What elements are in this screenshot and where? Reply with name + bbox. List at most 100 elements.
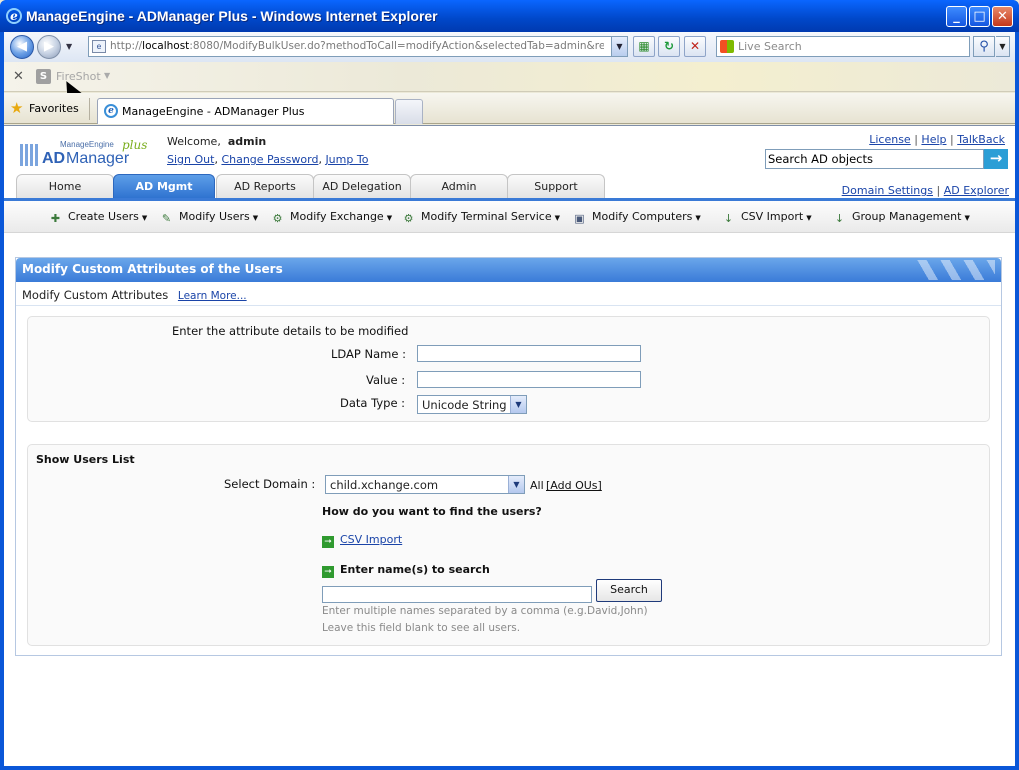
stop-icon[interactable]: ✕ [684,36,706,57]
minimize-button[interactable]: _ [946,6,967,27]
names-hint: Enter multiple names separated by a comm… [322,605,648,617]
history-dropdown-icon[interactable]: ▼ [66,42,72,51]
menu-label: CSV Import [741,210,804,223]
address-dropdown-icon[interactable]: ▼ [611,37,627,56]
fireshot-dropdown-icon[interactable]: ▼ [104,71,110,80]
search-options-dropdown-icon[interactable]: ▼ [996,36,1010,57]
favorites-separator [89,98,90,120]
chevron-down-icon: ▼ [554,214,560,222]
tab-title: ManageEngine - ADManager Plus [122,105,305,118]
modify-users-icon: ✎ [161,212,172,225]
nav-links: Domain Settings | AD Explorer [842,184,1009,197]
live-search-box[interactable]: Live Search [716,36,970,57]
menu-modify-computers[interactable]: ▣ Modify Computers ▼ [571,210,701,226]
csv-import-option[interactable]: ➞ CSV Import [322,533,402,548]
talkback-link[interactable]: TalkBack [957,133,1005,146]
tab-ad-mgmt[interactable]: AD Mgmt [113,174,215,198]
new-tab-button[interactable] [395,99,423,124]
domain-select[interactable]: child.xchange.com ▼ [325,475,525,494]
url-host: localhost [142,40,190,52]
menu-label: Modify Terminal Service [421,210,552,223]
value-input[interactable] [417,371,641,388]
menu-label: Create Users [68,210,139,223]
fireshot-icon[interactable]: S [36,69,51,84]
maximize-button[interactable]: □ [969,6,990,27]
license-link[interactable]: License [869,133,910,146]
chevron-down-icon[interactable]: ▼ [510,396,526,413]
search-ad-objects-input[interactable]: Search AD objects [765,149,984,169]
ad-explorer-link[interactable]: AD Explorer [944,184,1009,197]
menu-label: Group Management [852,210,962,223]
tab-admin[interactable]: Admin [410,174,508,198]
chevron-down-icon[interactable]: ▼ [508,476,524,493]
search-icon[interactable]: ⚲ [973,36,995,57]
welcome-text: Welcome, admin [167,135,266,148]
ldap-name-input[interactable] [417,345,641,362]
computer-icon: ▣ [574,212,585,225]
chevron-down-icon: ▼ [695,214,701,222]
tab-ad-reports[interactable]: AD Reports [216,174,314,198]
change-password-link[interactable]: Change Password [221,153,318,166]
users-list-box: Show Users List Select Domain : child.xc… [27,444,990,646]
names-search-input[interactable] [322,586,592,603]
ldap-name-label: LDAP Name : [331,347,406,361]
jump-to-link[interactable]: Jump To [325,153,368,166]
back-button[interactable]: ◀ [10,35,34,59]
csv-import-link[interactable]: CSV Import [340,533,402,546]
address-bar[interactable]: e http://localhost:8080/ModifyBulkUser.d… [88,36,628,57]
group-management-icon: ↓ [834,212,845,225]
menu-modify-users[interactable]: ✎ Modify Users ▼ [158,210,258,226]
enter-names-label: Enter name(s) to search [340,563,490,576]
data-type-label: Data Type : [340,396,406,410]
browser-tab-admanager[interactable]: e ManageEngine - ADManager Plus [97,98,394,124]
refresh-icon[interactable]: ↻ [658,36,680,57]
url-path: :8080/ModifyBulkUser.do?methodToCall=mod… [189,40,604,52]
data-type-value: Unicode String [422,398,507,412]
favorites-button[interactable]: Favorites [29,102,79,115]
close-button[interactable]: ✕ [992,6,1013,27]
url-text[interactable]: http://localhost:8080/ModifyBulkUser.do?… [110,40,604,52]
menu-create-users[interactable]: ✚ Create Users ▼ [47,210,147,226]
help-link[interactable]: Help [921,133,946,146]
arrow-right-icon: ➞ [322,536,334,548]
menu-group-management[interactable]: ↓ Group Management ▼ [831,210,970,226]
menu-label: Modify Exchange [290,210,384,223]
panel-header: Modify Custom Attributes of the Users [16,258,1001,282]
window-border-right [1015,32,1019,770]
compatibility-view-icon[interactable]: ▦ [633,36,655,57]
tab-support[interactable]: Support [507,174,605,198]
data-type-select[interactable]: Unicode String ▼ [417,395,527,414]
domain-value: child.xchange.com [330,478,439,492]
close-toolbar-icon[interactable]: ✕ [13,69,24,84]
menu-modify-terminal-service[interactable]: ⚙ Modify Terminal Service ▼ [400,210,560,226]
sub-navigation: ✚ Create Users ▼ ✎ Modify Users ▼ ⚙ Modify Ex… [4,201,1015,233]
logo-grid-icon [20,144,40,166]
extension-toolbar: ✕ S FireShot ▼ [4,62,1015,92]
link-separator: | [936,184,941,197]
enter-names-option: ➞ Enter name(s) to search [322,563,490,578]
terminal-service-icon: ⚙ [403,212,414,225]
tab-ad-delegation[interactable]: AD Delegation [313,174,411,198]
domain-settings-link[interactable]: Domain Settings [842,184,933,197]
attribute-heading: Enter the attribute details to be modifi… [172,324,409,338]
window-border-bottom [0,766,1019,770]
users-list-heading: Show Users List [36,453,135,466]
username: admin [227,135,267,148]
welcome-prefix: Welcome, [167,135,221,148]
search-arrow-icon[interactable]: → [984,149,1008,169]
fireshot-label[interactable]: FireShot [56,70,101,83]
sign-out-link[interactable]: Sign Out [167,153,214,166]
title-bar[interactable]: e ManageEngine - ADManager Plus - Window… [0,0,1019,32]
add-ous-link[interactable]: [Add OUs] [546,479,602,492]
menu-csv-import[interactable]: ↓ CSV Import ▼ [720,210,812,226]
menu-modify-exchange[interactable]: ⚙ Modify Exchange ▼ [269,210,393,226]
logo-maker: ManageEngine [60,140,114,149]
chevron-down-icon: ▼ [252,214,259,222]
forward-button[interactable]: ▶ [37,35,61,59]
favorites-star-icon[interactable]: ★ [10,99,23,117]
tab-home[interactable]: Home [16,174,114,198]
learn-more-link[interactable]: Learn More... [178,290,247,302]
navigation-bar: ◀ ▶ ▼ e http://localhost:8080/ModifyBulk… [4,32,1015,62]
web-page: ManageEngine AD Manager plus Welcome, ad… [4,125,1015,766]
search-button[interactable]: Search [596,579,662,602]
